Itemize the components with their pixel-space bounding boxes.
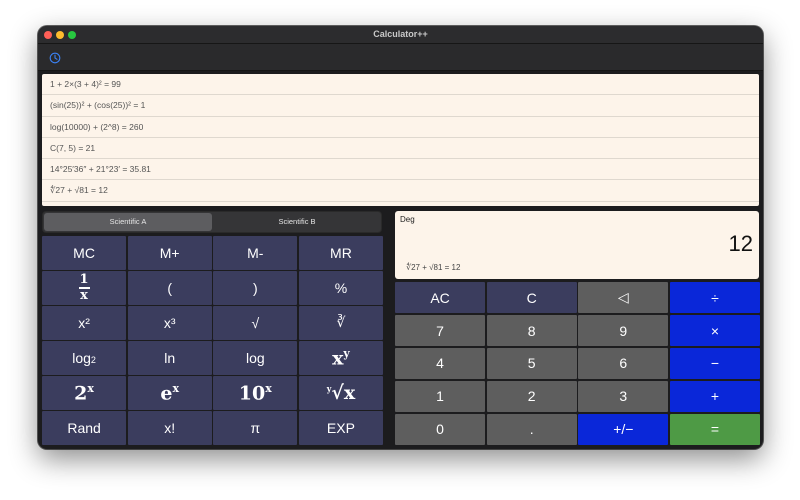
y-root-x-icon: y√x: [326, 382, 356, 405]
plus-button[interactable]: +: [669, 380, 760, 413]
open-paren-button[interactable]: (: [127, 271, 212, 305]
memory-subtract-button[interactable]: M-: [213, 236, 298, 270]
ten-power-x-icon: 10x: [238, 381, 272, 405]
history-entry[interactable]: (sin(25))² + (cos(25))² = 1: [42, 95, 759, 117]
two-power-x-icon: 2x: [74, 381, 94, 405]
log2-icon: log2: [72, 350, 96, 367]
title-bar: Calculator++: [38, 26, 763, 44]
digit-5-button[interactable]: 5: [486, 347, 577, 380]
result-value: 12: [728, 231, 753, 256]
cube-root-button[interactable]: ∛: [298, 306, 383, 340]
history-entry[interactable]: C(7, 5) = 21: [42, 138, 759, 160]
percent-button[interactable]: %: [298, 271, 383, 305]
digit-6-button[interactable]: 6: [578, 347, 669, 380]
scientific-mode-tabs: Scientific A Scientific B: [42, 211, 382, 233]
multiply-button[interactable]: ×: [669, 314, 760, 347]
history-entry[interactable]: 1 + 2×(3 + 4)² = 99: [42, 74, 759, 96]
natural-log-button[interactable]: ln: [127, 341, 212, 375]
scientific-keypad: MC M+ M- MR 1x ( ) % x² x³ √ ∛ log2 ln l…: [42, 236, 383, 445]
memory-add-button[interactable]: M+: [127, 236, 212, 270]
digit-3-button[interactable]: 3: [578, 380, 669, 413]
digit-7-button[interactable]: 7: [395, 314, 486, 347]
history-list[interactable]: 1 + 2×(3 + 4)² = 99 (sin(25))² + (cos(25…: [42, 74, 759, 206]
memory-clear-button[interactable]: MC: [42, 236, 127, 270]
square-root-button[interactable]: √: [213, 306, 298, 340]
history-entry[interactable]: ∜27 + √81 = 12: [42, 180, 759, 202]
angle-mode-label[interactable]: Deg: [400, 215, 415, 224]
calculator-window: Calculator++ 1 + 2×(3 + 4)² = 99 (sin(25…: [38, 26, 763, 449]
exp-button[interactable]: EXP: [298, 411, 383, 445]
log10-button[interactable]: log: [213, 341, 298, 375]
digit-1-button[interactable]: 1: [395, 380, 486, 413]
clear-button[interactable]: C: [486, 282, 577, 314]
digit-4-button[interactable]: 4: [395, 347, 486, 380]
memory-recall-button[interactable]: MR: [298, 236, 383, 270]
ten-power-x-button[interactable]: 10x: [213, 376, 298, 410]
expression-text: ∜27 + √81 = 12: [406, 263, 461, 272]
x-power-y-icon: xy: [332, 346, 350, 370]
history-entry[interactable]: 14°25′36″ + 21°23′ = 35.81: [42, 159, 759, 181]
y-root-x-button[interactable]: y√x: [298, 376, 383, 410]
close-paren-button[interactable]: ): [213, 271, 298, 305]
e-power-x-icon: ex: [160, 381, 180, 405]
reciprocal-button[interactable]: 1x: [42, 271, 127, 305]
window-title: Calculator++: [373, 29, 428, 39]
digit-2-button[interactable]: 2: [486, 380, 577, 413]
toolbar: [38, 44, 763, 71]
power-button[interactable]: xy: [298, 341, 383, 375]
numeric-keypad: AC C ◁ ÷ 7 8 9 × 4 5 6 − 1 2 3 + 0 . +/−…: [395, 282, 760, 445]
tab-scientific-a[interactable]: Scientific A: [44, 213, 212, 231]
backspace-button[interactable]: ◁: [578, 282, 669, 314]
decimal-point-button[interactable]: .: [486, 413, 577, 445]
digit-9-button[interactable]: 9: [578, 314, 669, 347]
cube-button[interactable]: x³: [127, 306, 212, 340]
divide-button[interactable]: ÷: [669, 282, 760, 314]
pi-button[interactable]: π: [213, 411, 298, 445]
square-button[interactable]: x²: [42, 306, 127, 340]
reciprocal-icon: 1x: [78, 272, 90, 303]
result-display: Deg 12 ∜27 + √81 = 12: [395, 211, 759, 279]
factorial-button[interactable]: x!: [127, 411, 212, 445]
random-button[interactable]: Rand: [42, 411, 127, 445]
two-power-x-button[interactable]: 2x: [42, 376, 127, 410]
minus-button[interactable]: −: [669, 347, 760, 380]
all-clear-button[interactable]: AC: [395, 282, 486, 314]
history-clock-icon[interactable]: [49, 51, 61, 64]
digit-0-button[interactable]: 0: [395, 413, 486, 445]
sign-toggle-button[interactable]: +/−: [578, 413, 669, 445]
log2-button[interactable]: log2: [42, 341, 127, 375]
history-entry[interactable]: log(10000) + (2^8) = 260: [42, 117, 759, 138]
digit-8-button[interactable]: 8: [486, 314, 577, 347]
e-power-x-button[interactable]: ex: [127, 376, 212, 410]
equals-button[interactable]: =: [669, 413, 760, 445]
tab-scientific-b[interactable]: Scientific B: [213, 213, 381, 231]
